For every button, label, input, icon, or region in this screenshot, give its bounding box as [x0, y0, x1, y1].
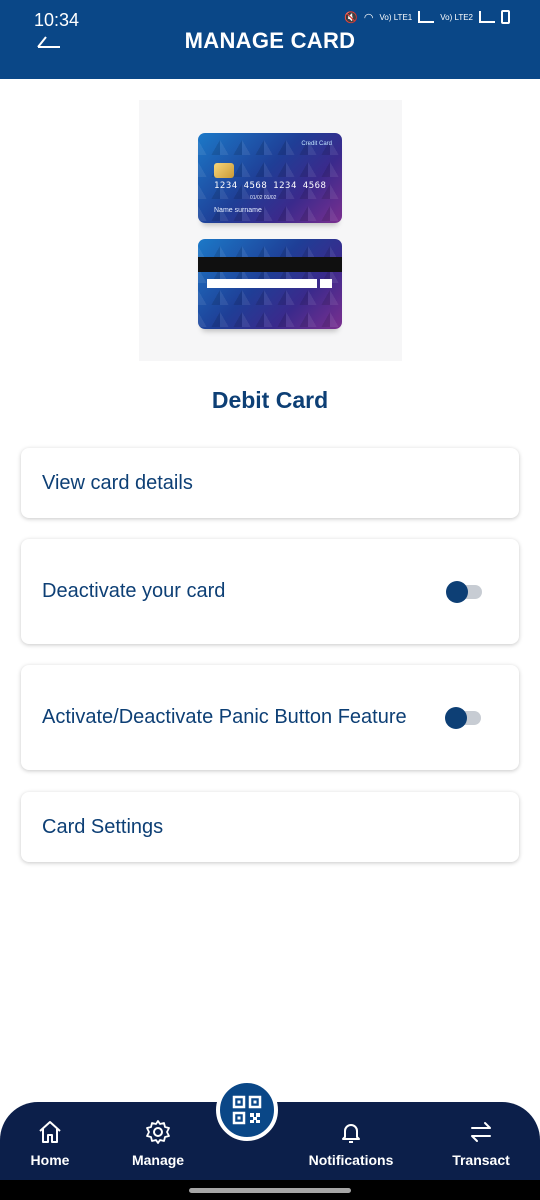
nav-label: Transact — [452, 1152, 510, 1168]
system-nav-area — [0, 1180, 540, 1200]
panic-button-toggle[interactable] — [445, 707, 481, 729]
home-icon — [39, 1121, 61, 1143]
signal-2-icon — [479, 11, 495, 23]
magnetic-stripe — [198, 257, 342, 272]
toggle-knob — [445, 707, 467, 729]
nav-home[interactable]: Home — [0, 1118, 100, 1168]
nav-transact[interactable]: Transact — [431, 1118, 531, 1168]
network-1-label: Vo) LTE1 — [379, 12, 413, 22]
card-settings-option[interactable]: Card Settings — [21, 792, 519, 862]
panic-button-option: Activate/Deactivate Panic Button Feature — [21, 665, 519, 770]
card-dates: 01/02 01/02 — [250, 195, 277, 201]
battery-icon — [501, 10, 510, 24]
network-2-label: Vo) LTE2 — [440, 12, 473, 22]
signal-1-icon — [418, 11, 435, 23]
gear-icon — [146, 1120, 170, 1144]
swap-arrows-icon — [471, 1122, 491, 1142]
bell-icon — [342, 1124, 360, 1143]
status-icons: 🔇 ◠ Vo) LTE1 Vo) LTE2 — [344, 10, 510, 24]
page-title: MANAGE CARD — [184, 28, 356, 53]
mute-icon: 🔇 — [344, 11, 358, 24]
card-type-title: Debit Card — [211, 387, 329, 413]
card-image: Credit Card 1234 4568 1234 4568 01/02 01… — [139, 100, 402, 361]
nav-label: Notifications — [308, 1152, 394, 1168]
toggle-knob — [446, 581, 468, 603]
view-card-details-option[interactable]: View card details — [21, 448, 519, 518]
nav-manage[interactable]: Manage — [108, 1118, 208, 1168]
nav-label: Manage — [131, 1152, 185, 1168]
nav-notifications[interactable]: Notifications — [301, 1118, 401, 1168]
card-front-label: Credit Card — [301, 141, 332, 147]
deactivate-card-toggle[interactable] — [446, 581, 482, 603]
card-holder-name: Name surname — [214, 207, 262, 214]
nav-label: Home — [30, 1152, 70, 1168]
option-label: Card Settings — [42, 815, 164, 838]
qr-scan-button[interactable] — [216, 1079, 278, 1141]
card-number: 1234 4568 1234 4568 — [214, 181, 327, 191]
option-label: Activate/Deactivate Panic Button Feature — [42, 706, 407, 728]
gesture-bar[interactable] — [189, 1188, 351, 1193]
qr-code-icon — [232, 1095, 262, 1125]
card-back-image — [198, 239, 342, 329]
app-header: 10:34 🔇 ◠ Vo) LTE1 Vo) LTE2 MANAGE CARD — [0, 0, 540, 79]
signature-strip — [207, 279, 317, 288]
deactivate-card-option: Deactivate your card — [21, 539, 519, 644]
wifi-icon: ◠ — [363, 11, 374, 24]
cvv-box — [320, 279, 332, 288]
chip-icon — [214, 163, 234, 178]
option-label: View card details — [42, 471, 193, 494]
option-label: Deactivate your card — [42, 580, 226, 602]
card-front-image: Credit Card 1234 4568 1234 4568 01/02 01… — [198, 133, 342, 223]
